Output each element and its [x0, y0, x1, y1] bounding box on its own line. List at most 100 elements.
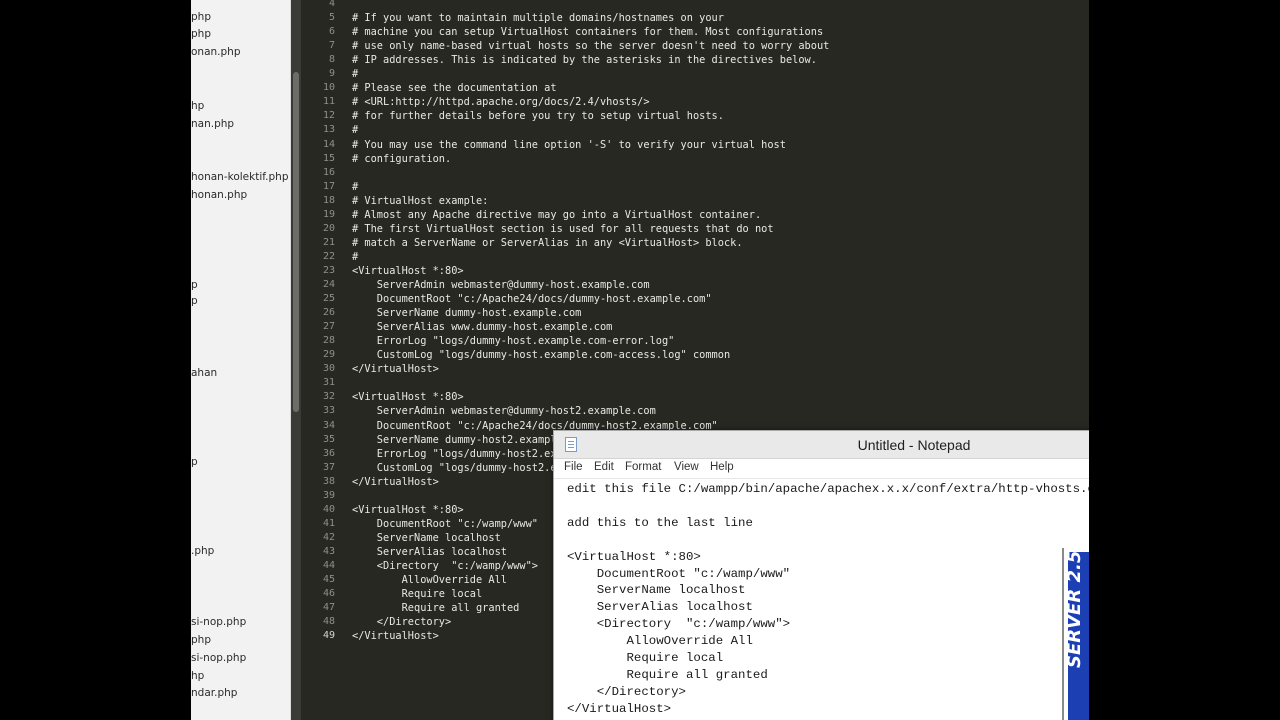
code-line[interactable]: # Almost any Apache directive may go int… — [352, 208, 761, 222]
code-line[interactable]: </VirtualHost> — [352, 362, 439, 376]
line-number: 11 — [322, 96, 335, 108]
code-line[interactable]: DocumentRoot "c:/wamp/www" — [352, 517, 538, 531]
menu-item-view[interactable]: View — [674, 461, 699, 473]
code-line[interactable]: # — [352, 67, 358, 81]
code-line[interactable]: CustomLog "logs/dummy-host.example.com-a… — [352, 348, 730, 362]
code-line[interactable]: ErrorLog "logs/dummy-host.example.com-er… — [352, 334, 675, 348]
notepad-titlebar[interactable]: Untitled - Notepad — [554, 431, 1089, 459]
code-line[interactable]: ServerAlias localhost — [352, 545, 507, 559]
code-line[interactable]: Require local — [352, 587, 483, 601]
menu-item-help[interactable]: Help — [710, 461, 734, 473]
line-number: 41 — [322, 517, 335, 529]
code-line[interactable]: ServerName localhost — [352, 531, 501, 545]
sidebar-scrollbar-thumb[interactable] — [293, 72, 299, 412]
sidebar-file-item[interactable]: hp — [191, 99, 204, 113]
wampserver-banner: SERVER 2.5 — [1062, 548, 1089, 720]
notepad-text-area[interactable]: edit this file C:/wampp/bin/apache/apach… — [554, 479, 1089, 720]
line-number: 4 — [328, 0, 335, 9]
notepad-text-line[interactable]: ServerName localhost — [567, 582, 746, 599]
sidebar-file-item[interactable]: php — [191, 10, 211, 24]
code-line[interactable]: <Directory "c:/wamp/www"> — [352, 559, 538, 573]
line-number: 24 — [322, 279, 335, 290]
sidebar-scrollbar[interactable] — [291, 0, 301, 720]
line-number: 46 — [322, 588, 335, 600]
sidebar-file-item[interactable]: honan.php — [191, 188, 247, 202]
code-line[interactable]: # match a ServerName or ServerAlias in a… — [352, 236, 743, 250]
wampserver-banner-text: SERVER 2.5 — [1064, 550, 1085, 668]
line-number: 29 — [322, 349, 335, 361]
line-number: 5 — [328, 12, 335, 24]
code-line[interactable]: # — [352, 180, 358, 194]
code-line[interactable]: # configuration. — [352, 152, 451, 166]
code-line[interactable]: ServerAdmin webmaster@dummy-host2.exampl… — [352, 404, 656, 418]
code-line[interactable]: # use only name-based virtual hosts so t… — [352, 39, 829, 53]
sidebar-file-item[interactable]: php — [191, 633, 211, 647]
line-number: 13 — [322, 124, 335, 136]
code-line[interactable]: ServerName dummy-host.example.com — [352, 306, 582, 320]
line-number: 19 — [322, 208, 335, 220]
sidebar-file-item[interactable]: onan.php — [191, 45, 241, 59]
code-line[interactable]: # <URL:http://httpd.apache.org/docs/2.4/… — [352, 95, 650, 109]
code-line[interactable]: # IP addresses. This is indicated by the… — [352, 53, 817, 67]
menu-item-format[interactable]: Format — [625, 461, 661, 473]
sidebar-file-item[interactable]: p — [191, 294, 198, 308]
code-line[interactable]: # You may use the command line option '-… — [352, 138, 786, 152]
notepad-text-line[interactable]: <Directory "c:/wamp/www"> — [567, 616, 790, 633]
line-number: 34 — [322, 419, 335, 431]
code-line[interactable]: # machine you can setup VirtualHost cont… — [352, 25, 823, 39]
code-line[interactable]: # — [352, 250, 358, 264]
menu-item-edit[interactable]: Edit — [594, 461, 614, 473]
sidebar-file-item[interactable]: hp — [191, 669, 204, 683]
code-line[interactable]: ServerAdmin webmaster@dummy-host.example… — [352, 278, 650, 292]
sidebar-file-item[interactable]: honan-kolektif.php — [191, 170, 289, 184]
menu-item-file[interactable]: File — [564, 461, 583, 473]
sidebar-file-item[interactable]: p — [191, 455, 198, 469]
code-line[interactable]: <VirtualHost *:80> — [352, 503, 464, 517]
sidebar-file-item[interactable]: si-nop.php — [191, 651, 246, 665]
code-line[interactable]: # Please see the documentation at — [352, 81, 557, 95]
notepad-text-line[interactable]: <VirtualHost *:80> — [567, 549, 701, 566]
notepad-text-line[interactable]: </VirtualHost> — [567, 701, 671, 718]
notepad-text-line[interactable]: AllowOverride All — [567, 633, 752, 650]
line-number: 35 — [322, 433, 335, 445]
code-line[interactable]: ServerAlias www.dummy-host.example.com — [352, 320, 613, 334]
notepad-menubar: File Edit Format View Help — [554, 459, 1089, 479]
code-line[interactable]: DocumentRoot "c:/Apache24/docs/dummy-hos… — [352, 292, 712, 306]
sidebar-file-item[interactable]: ndar.php — [191, 686, 237, 700]
line-number: 12 — [322, 110, 335, 122]
notepad-text-line[interactable]: Require local — [567, 650, 723, 667]
code-line[interactable]: <VirtualHost *:80> — [352, 264, 464, 278]
sidebar-file-item[interactable]: php — [191, 27, 211, 41]
notepad-text-line[interactable]: edit this file C:/wampp/bin/apache/apach… — [567, 481, 1089, 498]
code-line[interactable]: </VirtualHost> — [352, 475, 439, 489]
notepad-text-line[interactable]: ServerAlias localhost — [567, 599, 753, 616]
line-number: 30 — [322, 363, 335, 375]
line-number: 10 — [322, 82, 335, 94]
code-line[interactable]: Require all granted — [352, 601, 520, 615]
line-number: 17 — [322, 180, 335, 192]
line-number: 16 — [322, 166, 335, 178]
code-line[interactable]: </VirtualHost> — [352, 629, 439, 643]
sidebar-file-item[interactable]: ahan — [191, 366, 217, 380]
code-line[interactable]: <VirtualHost *:80> — [352, 390, 464, 404]
line-number: 32 — [322, 391, 335, 403]
code-line[interactable]: # VirtualHost example: — [352, 194, 488, 208]
line-number: 22 — [322, 250, 335, 262]
notepad-window[interactable]: Untitled - Notepad File Edit Format View Hel… — [553, 430, 1089, 720]
file-sidebar[interactable]: php php onan.php hp nan.php honan-kolektif.ph… — [191, 0, 291, 720]
notepad-text-line[interactable]: DocumentRoot "c:/wamp/www" — [567, 566, 790, 583]
sidebar-file-item[interactable]: .php — [191, 544, 214, 558]
code-line[interactable]: </Directory> — [352, 615, 451, 629]
code-line[interactable]: # If you want to maintain multiple domai… — [352, 11, 724, 25]
line-number: 28 — [322, 335, 335, 347]
notepad-text-line[interactable]: add this to the last line — [567, 515, 753, 532]
sidebar-file-item[interactable]: si-nop.php — [191, 615, 246, 629]
notepad-text-line[interactable]: </Directory> — [567, 684, 686, 701]
code-line[interactable]: # for further details before you try to … — [352, 109, 724, 123]
code-line[interactable]: # The first VirtualHost section is used … — [352, 222, 774, 236]
sidebar-file-item[interactable]: nan.php — [191, 117, 234, 131]
sidebar-file-item[interactable]: p — [191, 278, 198, 292]
notepad-text-line[interactable]: Require all granted — [567, 667, 767, 684]
code-line[interactable]: # — [352, 123, 358, 137]
code-line[interactable]: AllowOverride All — [352, 573, 507, 587]
